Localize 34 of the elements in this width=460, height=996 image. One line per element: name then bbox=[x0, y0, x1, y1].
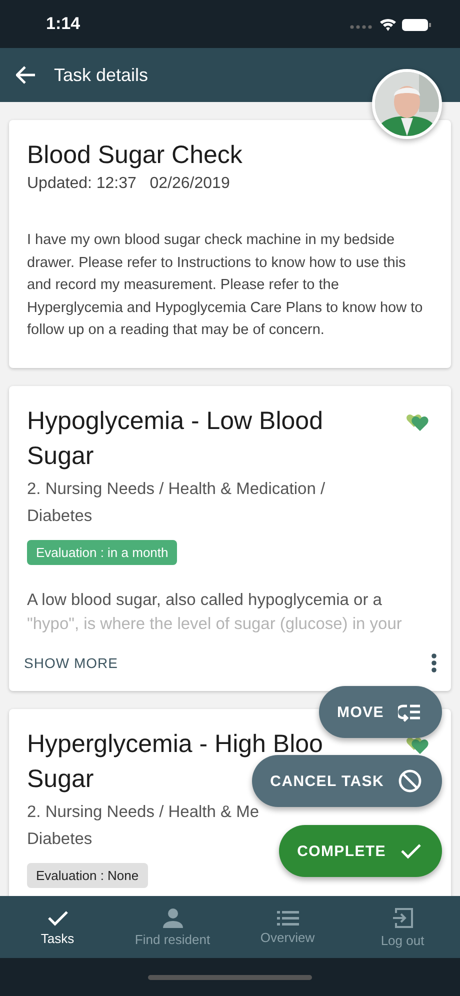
evaluation-tag: Evaluation : None bbox=[27, 862, 148, 888]
check-icon bbox=[46, 908, 68, 926]
updated-text: Updated: 12:37 02/26/2019 bbox=[27, 175, 231, 193]
nav-tab[interactable]: Find resident bbox=[115, 896, 230, 958]
list-icon bbox=[276, 910, 298, 926]
signal-icon bbox=[350, 25, 372, 29]
complete-button[interactable]: COMPLETE bbox=[279, 825, 442, 877]
category-path-line: Diabetes bbox=[27, 828, 92, 850]
status-time: 1:14 bbox=[46, 14, 80, 34]
battery-icon bbox=[402, 19, 431, 31]
back-arrow-icon[interactable] bbox=[16, 66, 36, 84]
header-title: Task details bbox=[54, 64, 148, 86]
nav-tab[interactable]: Log out bbox=[345, 896, 460, 958]
task-title: Blood Sugar Check bbox=[27, 140, 244, 171]
care-plan-description: A low blood sugar, also called hypoglycemia or a bbox=[27, 590, 383, 610]
cancel-button[interactable]: CANCEL TASK bbox=[252, 755, 442, 807]
move-list-icon bbox=[398, 702, 422, 722]
care-plan-title: Hypoglycemia - Low Blood Sugar bbox=[27, 406, 324, 472]
logout-icon bbox=[392, 906, 414, 928]
task-description: I have my own blood sugar check machine in my bedside drawer. Please refer to Instructions to know how to use this and record my measurement. Please refer to the Hyperglycemia and Hypoglycemia Care Plans to know how to follow up on a reading that may be of concern. bbox=[27, 231, 424, 340]
more-icon[interactable] bbox=[431, 652, 437, 672]
block-icon bbox=[398, 769, 422, 793]
wifi-icon bbox=[380, 18, 396, 31]
nav-tab[interactable]: Overview bbox=[230, 896, 345, 958]
care-plan-card[interactable] bbox=[9, 386, 451, 690]
faded-description: "hypo", is where the level of sugar (glucose) in your bbox=[27, 614, 403, 634]
show-more-button[interactable]: SHOW MORE bbox=[24, 654, 118, 670]
check-icon bbox=[400, 842, 422, 860]
category-path: 2. Nursing Needs / Health & Medication / Diabetes bbox=[27, 478, 326, 526]
nav-tab[interactable]: Tasks bbox=[0, 896, 115, 958]
person-icon bbox=[162, 908, 182, 928]
move-button[interactable]: MOVE bbox=[319, 686, 442, 738]
evaluation-tag: Evaluation : in a month bbox=[27, 540, 178, 564]
care-plan-title-line: Sugar bbox=[27, 764, 94, 794]
